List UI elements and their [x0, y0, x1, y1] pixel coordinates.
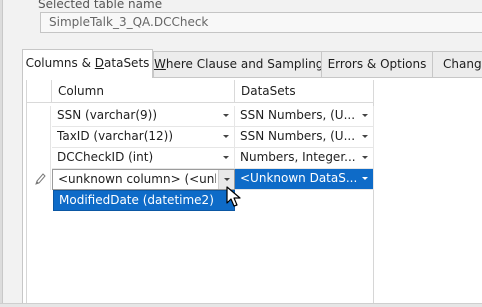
- tab-errors-options[interactable]: Errors & Options: [321, 51, 433, 77]
- table-row: SSN (varchar(9)) SSN Numbers, (U...: [27, 106, 374, 127]
- datasets-cell-text: SSN Numbers, (U...: [240, 129, 356, 143]
- tab-where-clause-mnemonic: W: [154, 57, 166, 71]
- tab-columns-datasets[interactable]: Columns & DataSets: [22, 49, 153, 78]
- chevron-down-icon[interactable]: [218, 106, 234, 126]
- selected-table-field: SimpleTalk_3_QA.DCCheck: [40, 12, 482, 33]
- editing-row: <unknown column> (<unk... <Unknown DataS…: [27, 169, 374, 190]
- column-cell-text: DCCheckID (int): [57, 150, 154, 164]
- selected-table-label: Selected table name: [38, 0, 163, 11]
- column-cell[interactable]: DCCheckID (int): [52, 148, 235, 169]
- datasets-cell-text: <Unknown DataS...: [240, 171, 358, 185]
- chevron-down-icon[interactable]: [357, 106, 373, 126]
- column-cell[interactable]: SSN (varchar(9)): [52, 106, 235, 127]
- tab-changes[interactable]: Chang: [432, 51, 482, 77]
- column-combo-text: <unknown column> (<unk...: [58, 172, 216, 186]
- mouse-cursor-icon: [226, 186, 241, 207]
- column-combo-editor[interactable]: <unknown column> (<unk...: [52, 169, 235, 190]
- row-indicator[interactable]: [27, 148, 51, 169]
- tab-columns-datasets-mnemonic: D: [94, 56, 105, 70]
- table-row: TaxID (varchar(12)) SSN Numbers, (U...: [27, 127, 374, 148]
- tab-where-clause-label-rest: here Clause and Sampling: [165, 57, 322, 71]
- column-dropdown-option[interactable]: ModifiedDate (datetime2): [53, 190, 235, 211]
- column-cell-text: SSN (varchar(9)): [57, 108, 158, 122]
- row-indicator[interactable]: [27, 106, 51, 127]
- grid-header-column[interactable]: Column: [52, 80, 235, 103]
- chevron-down-icon[interactable]: [357, 127, 373, 147]
- tab-columns-datasets-label: Columns &: [25, 56, 95, 70]
- datasets-cell-text: SSN Numbers, (U...: [240, 108, 356, 122]
- datasets-cell-selected[interactable]: <Unknown DataS...: [235, 169, 374, 190]
- chevron-down-icon[interactable]: [218, 148, 234, 168]
- row-indicator[interactable]: [27, 169, 51, 190]
- row-indicator[interactable]: [27, 127, 51, 148]
- chevron-down-icon[interactable]: [357, 169, 373, 189]
- grid-header-datasets[interactable]: DataSets: [235, 80, 374, 103]
- table-row: DCCheckID (int) Numbers, Integer...: [27, 148, 374, 169]
- datasets-cell[interactable]: SSN Numbers, (U...: [235, 127, 374, 148]
- window-bottom-edge: [0, 303, 482, 307]
- datasets-cell-text: Numbers, Integer...: [240, 150, 356, 164]
- column-cell[interactable]: TaxID (varchar(12)): [52, 127, 235, 148]
- tab-where-clause[interactable]: Where Clause and Sampling: [153, 51, 322, 77]
- datasets-cell[interactable]: Numbers, Integer...: [235, 148, 374, 169]
- tab-errors-options-label: Errors & Options: [327, 57, 427, 71]
- column-cell-text: TaxID (varchar(12)): [57, 129, 174, 143]
- tab-changes-label: Chang: [443, 57, 482, 71]
- grid-header-indicator: [27, 80, 52, 103]
- datasets-cell[interactable]: SSN Numbers, (U...: [235, 106, 374, 127]
- tab-strip: Columns & DataSets Where Clause and Samp…: [22, 49, 482, 78]
- window-left-edge: [0, 0, 3, 307]
- chevron-down-icon[interactable]: [357, 148, 373, 168]
- pencil-icon: [35, 173, 46, 185]
- tab-columns-datasets-label-rest: ataSets: [104, 56, 150, 70]
- chevron-down-icon[interactable]: [218, 127, 234, 147]
